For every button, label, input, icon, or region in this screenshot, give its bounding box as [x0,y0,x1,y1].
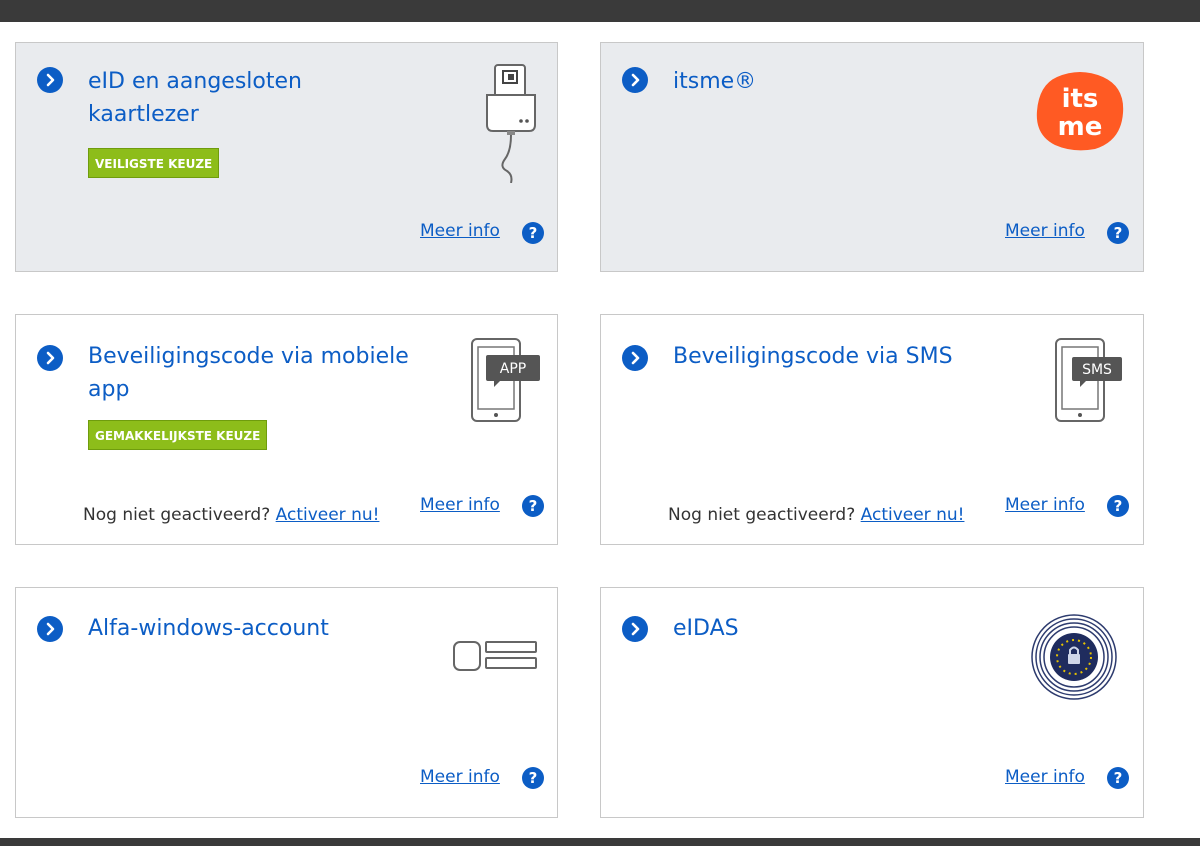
meer-info-link[interactable]: Meer info [420,767,500,787]
meer-info-link[interactable]: Meer info [1005,221,1085,241]
account-icon [452,638,538,678]
help-icon[interactable]: ? [1107,495,1129,517]
card-reader-icon [481,63,541,187]
title-line-1: Beveiligingscode via SMS [673,344,953,369]
chevron-right-icon [37,345,63,371]
phone-sms-icon: SMS [1054,337,1126,431]
card-mobile-app[interactable]: Beveiligingscode via mobiele app GEMAKKE… [15,314,558,545]
card-title: Beveiligingscode via mobiele app [88,340,409,406]
not-activated-label: Nog niet geactiveerd? [668,505,856,525]
svg-text:APP: APP [500,361,526,377]
title-line-1: Alfa-windows-account [88,616,329,641]
title-line-1: eIDAS [673,616,739,641]
meer-info-link[interactable]: Meer info [420,495,500,515]
not-activated-text: Nog niet geactiveerd? Activeer nu! [83,505,379,525]
title-line-2: app [88,377,130,402]
card-itsme[interactable]: itsme® its me Meer info ? [600,42,1144,272]
help-icon[interactable]: ? [522,495,544,517]
chevron-right-icon [622,616,648,642]
title-line-2: kaartlezer [88,102,199,127]
help-icon[interactable]: ? [1107,767,1129,789]
eidas-icon [1029,612,1119,706]
top-bar [0,0,1200,22]
card-title: eID en aangesloten kaartlezer [88,65,302,131]
activate-now-link[interactable]: Activeer nu! [276,505,380,525]
not-activated-text: Nog niet geactiveerd? Activeer nu! [668,505,964,525]
card-eid[interactable]: eID en aangesloten kaartlezer VEILIGSTE … [15,42,558,272]
card-title: itsme® [673,65,756,98]
card-title: Alfa-windows-account [88,612,329,645]
card-title: Beveiligingscode via SMS [673,340,953,373]
svg-text:its: its [1062,84,1099,114]
bottom-bar [0,838,1200,846]
meer-info-link[interactable]: Meer info [420,221,500,241]
itsme-logo: its me [1033,71,1127,155]
title-line-1: eID en aangesloten [88,69,302,94]
help-icon[interactable]: ? [1107,222,1129,244]
card-title: eIDAS [673,612,739,645]
title-line-1: itsme® [673,69,757,94]
not-activated-label: Nog niet geactiveerd? [83,505,271,525]
badge-easiest: GEMAKKELIJKSTE KEUZE [88,420,268,450]
card-eidas[interactable]: eIDAS Meer info ? [600,587,1144,818]
badge-safest: VEILIGSTE KEUZE [88,148,220,178]
meer-info-link[interactable]: Meer info [1005,495,1085,515]
help-icon[interactable]: ? [522,222,544,244]
title-line-1: Beveiligingscode via mobiele [88,344,409,369]
help-icon[interactable]: ? [522,767,544,789]
svg-text:SMS: SMS [1082,362,1112,378]
chevron-right-icon [37,67,63,93]
card-alfa-windows[interactable]: Alfa-windows-account Meer info ? [15,587,558,818]
chevron-right-icon [622,67,648,93]
activate-now-link[interactable]: Activeer nu! [861,505,965,525]
chevron-right-icon [37,616,63,642]
meer-info-link[interactable]: Meer info [1005,767,1085,787]
svg-text:me: me [1058,112,1103,142]
chevron-right-icon [622,345,648,371]
phone-app-icon: APP [470,337,542,431]
card-sms[interactable]: Beveiligingscode via SMS SMS Nog niet ge… [600,314,1144,545]
